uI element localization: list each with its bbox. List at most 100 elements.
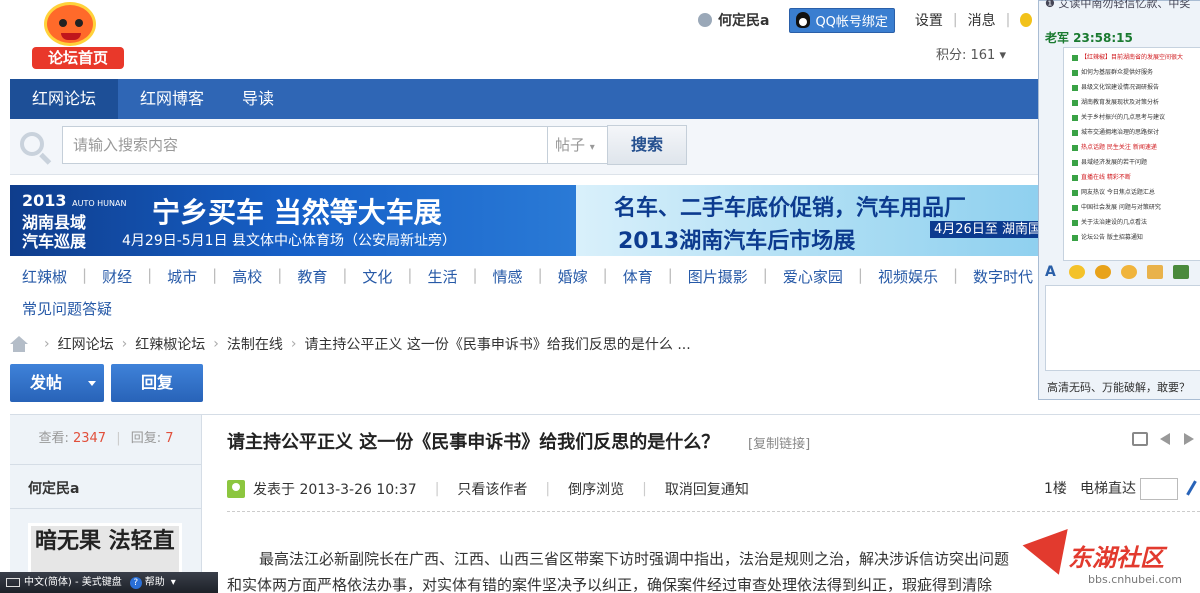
chat-message-row[interactable]: 关于乡村振兴的几点思考与建议 (1072, 112, 1200, 124)
divider (227, 511, 1200, 512)
category-link[interactable]: 情感 (493, 266, 523, 290)
ime-language-bar[interactable]: 中文(简体) - 美式键盘 ? 帮助 ▾ (0, 572, 218, 593)
banner-right-line1: 名车、二手车底价促销，汽车用品厂 (614, 196, 967, 221)
prev-thread-icon[interactable] (1160, 433, 1170, 445)
category-link[interactable]: 视频娱乐 (878, 266, 938, 290)
username-link[interactable]: 何定民a (718, 10, 769, 30)
qq-penguin-icon (796, 12, 811, 28)
chat-message-row[interactable]: 网友热议 今日焦点话题汇总 (1072, 187, 1200, 199)
chat-message-row[interactable]: 湖南教育发展现状及对策分析 (1072, 97, 1200, 109)
qq-bind-button[interactable]: QQ帐号绑定 (789, 7, 895, 33)
category-link[interactable]: 爱心家园 (783, 266, 843, 290)
chat-message-row[interactable]: 县域经济发展的若干问题 (1072, 157, 1200, 169)
qq-chat-window[interactable]: ❶ 艾读中南勿轻信忆款、中奖 老军 23:58:15 【红辣椒】目前湖南省的发展… (1038, 0, 1200, 400)
category-link[interactable]: 教育 (297, 266, 327, 290)
replies-label: 回复: (130, 431, 162, 446)
category-links: 红辣椒 | 财经 | 城市 | 高校 | 教育 | 文化 | 生活 | 情感 | 婚嫁 | 体育 | 图片摄影 | 爱心家园… (22, 266, 1038, 290)
tab-hongwang-blog[interactable]: 红网博客 (118, 79, 226, 119)
settings-link[interactable]: 设置 (915, 10, 943, 30)
banner-right: 名车、二手车底价促销，汽车用品厂 2013湖南汽车后市场展 4月26日至 湖南国… (576, 185, 1040, 256)
voice-icon[interactable] (1147, 265, 1163, 279)
search-type-select[interactable]: 帖子 ▾ (548, 126, 608, 164)
chat-message-row[interactable]: 论坛公告 版主招募通知 (1072, 232, 1200, 244)
chat-message-text: 关于法治建设的几点看法 (1081, 219, 1148, 226)
chat-message-row[interactable]: 城市交通拥堵治理的思路探讨 (1072, 127, 1200, 139)
post-meta: 发表于 2013-3-26 10:37 | 只看该作者 | 倒序浏览 | 取消回… (227, 478, 767, 500)
ime-language: 中文(简体) - 美式键盘 (24, 577, 122, 588)
image-icon[interactable] (1173, 265, 1189, 279)
chat-input[interactable] (1045, 285, 1200, 371)
font-icon[interactable]: A (1045, 265, 1059, 279)
shake-icon[interactable] (1121, 265, 1137, 279)
breadcrumb-item[interactable]: 红网论坛 (58, 334, 114, 354)
chat-message-area[interactable]: 【红辣椒】目前湖南省的发展空间很大 如何为基层群众提供好服务 县级文化馆建设情况调研… (1063, 47, 1200, 261)
message-bullet-icon (1072, 174, 1078, 181)
forum-home-logo[interactable]: 论坛首页 (18, 0, 126, 72)
chat-message-row[interactable]: 中国社会发展 问题与对策研究 (1072, 202, 1200, 214)
breadcrumb-item[interactable]: 法制在线 (227, 334, 283, 354)
ime-help-label: 帮助 (144, 577, 165, 588)
category-link[interactable]: 体育 (623, 266, 653, 290)
author-name[interactable]: 何定民a (28, 478, 79, 498)
category-link[interactable]: 图片摄影 (688, 266, 748, 290)
faq-link[interactable]: 常见问题答疑 (22, 298, 112, 319)
divider: | (952, 266, 959, 284)
category-link[interactable]: 生活 (427, 266, 457, 290)
breadcrumb-item[interactable]: 红辣椒论坛 (135, 334, 205, 354)
message-bullet-icon (1072, 219, 1078, 226)
magic-emoji-icon[interactable] (1095, 265, 1111, 279)
category-link[interactable]: 财经 (102, 266, 132, 290)
chat-message-row[interactable]: 直播在线 精彩不断 (1072, 172, 1200, 184)
message-bullet-icon (1072, 159, 1078, 166)
divider: | (82, 266, 88, 284)
category-link[interactable]: 婚嫁 (558, 266, 588, 290)
thread-stats: 查看: 2347 | 回复: 7 (10, 415, 202, 465)
next-thread-icon[interactable] (1184, 433, 1194, 445)
replies-count: 7 (165, 431, 174, 446)
print-icon[interactable] (1132, 432, 1148, 446)
chat-message-row[interactable]: 县级文化馆建设情况调研报告 (1072, 82, 1200, 94)
tab-hongwang-forum[interactable]: 红网论坛 (10, 79, 118, 119)
category-link[interactable]: 高校 (232, 266, 262, 290)
tab-guide[interactable]: 导读 (226, 79, 290, 119)
goto-floor-button[interactable] (1184, 480, 1200, 496)
search-button[interactable]: 搜索 (607, 125, 687, 165)
chat-message-text: 热点话题 民生关注 新闻速递 (1081, 144, 1157, 151)
chat-message-row[interactable]: 热点话题 民生关注 新闻速递 (1072, 142, 1200, 154)
chat-message-row[interactable]: 关于法治建设的几点看法 (1072, 217, 1200, 229)
banner-year-tag: AUTO HUNAN (72, 199, 127, 208)
category-link[interactable]: 红辣椒 (22, 266, 67, 290)
banner-line2: 湖南县域 (22, 213, 87, 232)
cancel-notify-link[interactable]: 取消回复通知 (665, 479, 749, 499)
category-link[interactable]: 文化 (362, 266, 392, 290)
message-bullet-icon (1072, 54, 1078, 61)
keyboard-icon (6, 578, 20, 587)
category-link[interactable]: 城市 (167, 266, 197, 290)
messages-link[interactable]: 消息 (968, 10, 996, 30)
breadcrumb-separator: › (121, 336, 128, 352)
home-icon[interactable] (10, 336, 28, 352)
category-link[interactable]: 数字时代 (973, 266, 1033, 290)
reverse-order-link[interactable]: 倒序浏览 (568, 479, 624, 499)
points-dropdown[interactable]: 积分: 161 ▾ (936, 44, 1006, 63)
chat-message-text: 论坛公告 版主招募通知 (1081, 234, 1143, 241)
divider: | (602, 266, 608, 284)
only-author-link[interactable]: 只看该作者 (457, 479, 527, 499)
user-icon (698, 13, 712, 27)
search-input[interactable]: 请输入搜索内容 (62, 126, 548, 164)
online-status-icon (227, 480, 245, 498)
ad-banner[interactable]: 2013 AUTO HUNAN 湖南县域 汽车巡展 宁乡买车 当然等大车展 4月… (10, 185, 1040, 256)
copy-link[interactable]: [复制链接] (748, 433, 810, 452)
avatar-text: 暗无果 法轻直 (35, 529, 175, 554)
goto-floor-input[interactable] (1140, 478, 1178, 500)
divider: | (434, 481, 440, 497)
reply-button[interactable]: 回复 (111, 364, 203, 402)
banner-right-line2: 2013湖南汽车后市场展 (618, 229, 856, 254)
chat-message-row[interactable]: 【红辣椒】目前湖南省的发展空间很大 (1072, 52, 1200, 64)
divider: | (212, 266, 218, 284)
chat-promo-text[interactable]: 高清无码、万能破解，敢要？ (1047, 379, 1190, 395)
emoji-icon[interactable] (1069, 265, 1085, 279)
new-post-button[interactable]: 发帖 (10, 364, 104, 402)
notification-bulb-icon[interactable] (1020, 13, 1033, 27)
chat-message-row[interactable]: 如何为基层群众提供好服务 (1072, 67, 1200, 79)
